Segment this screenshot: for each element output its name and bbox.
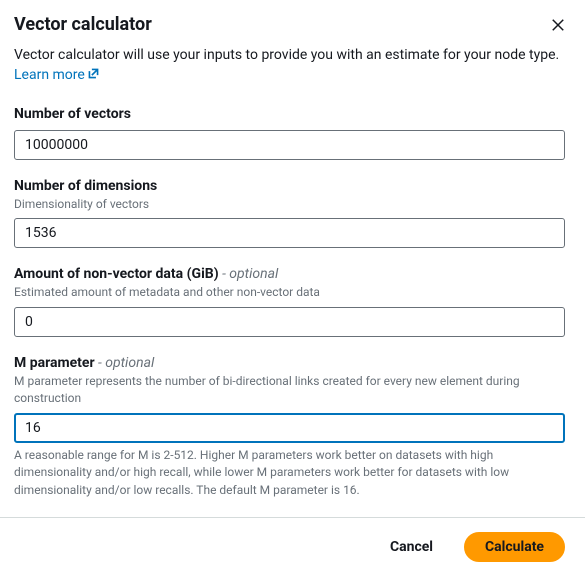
modal-title: Vector calculator [14,14,152,35]
field-vectors: Number of vectors [14,106,565,160]
mparam-optional: - optional [95,355,155,371]
dimensions-hint: Dimensionality of vectors [14,196,565,213]
field-dimensions: Number of dimensions Dimensionality of v… [14,178,565,249]
vector-calculator-modal: Vector calculator Vector calculator will… [0,0,585,499]
mparam-hint: M parameter represents the number of bi-… [14,373,565,407]
field-nonvector: Amount of non-vector data (GiB) - option… [14,266,565,337]
close-icon [549,16,567,34]
description-text: Vector calculator will use your inputs t… [14,47,559,63]
vectors-label: Number of vectors [14,106,565,122]
mparam-input[interactable] [14,413,565,443]
mparam-label: M parameter - optional [14,355,565,371]
nonvector-optional: - optional [219,266,279,282]
mparam-label-text: M parameter [14,355,95,371]
modal-footer: Cancel Calculate [0,518,585,576]
dimensions-input[interactable] [14,218,565,248]
nonvector-label-text: Amount of non-vector data (GiB) [14,266,219,282]
field-mparam: M parameter - optional M parameter repre… [14,355,565,499]
modal-description: Vector calculator will use your inputs t… [14,45,565,86]
vectors-input[interactable] [14,130,565,160]
learn-more-text: Learn more [14,67,85,83]
calculate-button[interactable]: Calculate [464,532,565,562]
dimensions-label: Number of dimensions [14,178,565,194]
modal-header: Vector calculator [14,14,565,39]
external-link-icon [87,67,100,80]
close-button[interactable] [547,14,569,39]
nonvector-label: Amount of non-vector data (GiB) - option… [14,266,565,282]
cancel-button[interactable]: Cancel [369,532,454,562]
nonvector-input[interactable] [14,307,565,337]
mparam-help: A reasonable range for M is 2-512. Highe… [14,447,565,499]
learn-more-link[interactable]: Learn more [14,67,100,83]
nonvector-hint: Estimated amount of metadata and other n… [14,284,565,301]
